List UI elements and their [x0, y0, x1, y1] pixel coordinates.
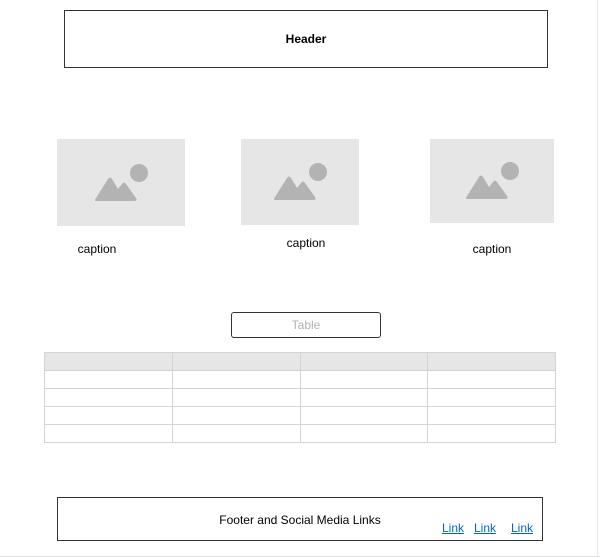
table-header-row [44, 352, 556, 371]
table-row [44, 370, 556, 389]
footer-title: Footer and Social Media Links [219, 513, 381, 527]
table-cell [427, 424, 556, 443]
table-row [44, 406, 556, 425]
image-placeholder-icon [466, 162, 519, 199]
table-cell [44, 388, 173, 407]
table-cell [427, 370, 556, 389]
table-cell [44, 424, 173, 443]
table-cell [299, 406, 429, 425]
table-cell [299, 424, 429, 443]
image-placeholder-icon [274, 163, 327, 200]
header: Header [64, 10, 548, 68]
table-header-cell [299, 352, 429, 371]
gallery-image-3 [430, 139, 554, 223]
footer-link-3[interactable]: Link [511, 521, 533, 535]
table-cell [171, 424, 301, 443]
table-cell [171, 406, 301, 425]
gallery-image-1 [57, 139, 185, 226]
gallery-image-2 [241, 139, 359, 225]
table-cell [427, 406, 556, 425]
table-button-label: Table [291, 318, 321, 332]
table-cell [171, 388, 301, 407]
gallery-caption-2: caption [286, 236, 326, 250]
table-header-cell [171, 352, 301, 371]
image-placeholder-icon [95, 163, 148, 201]
data-table [44, 352, 556, 443]
table-cell [299, 370, 429, 389]
footer-link-2[interactable]: Link [474, 521, 496, 535]
table-cell [44, 370, 173, 389]
table-cell [171, 370, 301, 389]
table-row [44, 424, 556, 443]
table-header-cell [44, 352, 173, 371]
table-row [44, 388, 556, 407]
gallery-caption-3: caption [472, 242, 512, 256]
header-title: Header [285, 32, 327, 46]
table-button[interactable]: Table [231, 312, 381, 338]
table-cell [427, 388, 556, 407]
table-cell [299, 388, 429, 407]
table-cell [44, 406, 173, 425]
table-header-cell [427, 352, 556, 371]
footer-link-1[interactable]: Link [442, 521, 464, 535]
footer: Footer and Social Media Links Link Link … [57, 497, 543, 541]
gallery-caption-1: caption [77, 242, 117, 256]
canvas-edge-right [597, 0, 598, 556]
canvas-edge-bottom [0, 556, 600, 557]
